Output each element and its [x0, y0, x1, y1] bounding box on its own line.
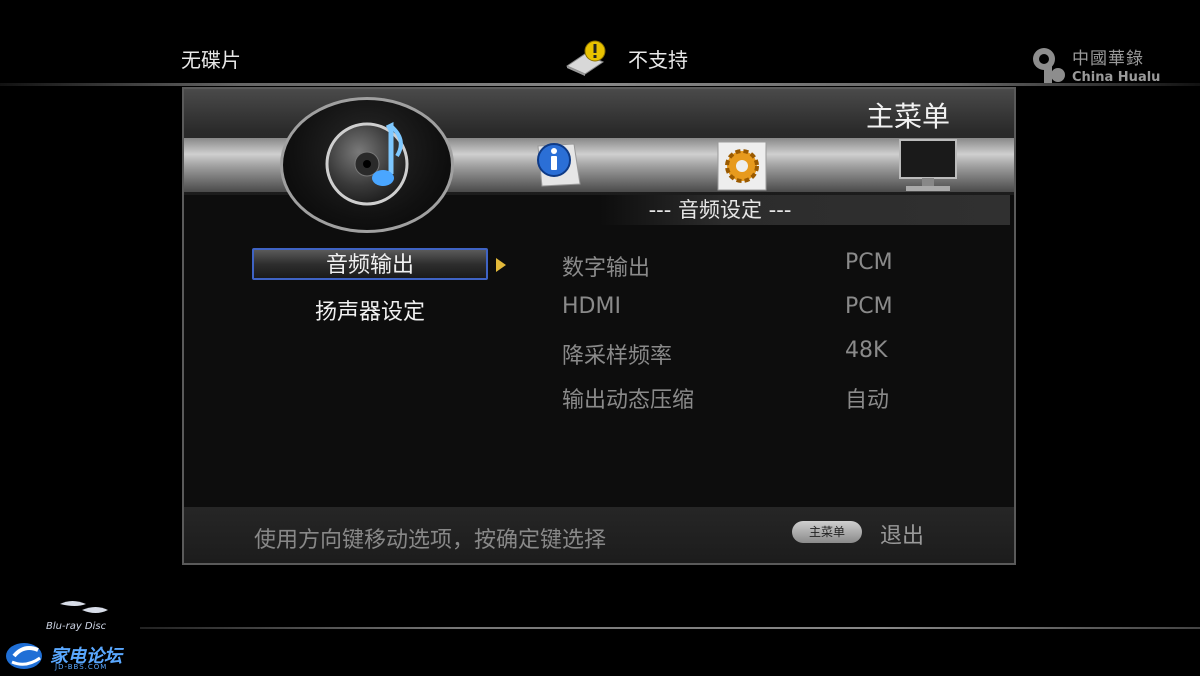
option-value-hdmi[interactable]: PCM — [845, 294, 893, 319]
option-value-digital-output[interactable]: PCM — [845, 250, 893, 275]
music-disc-icon[interactable] — [280, 97, 454, 233]
bluray-logo-text: Blu-ray Disc — [46, 621, 107, 632]
bluray-logo-icon — [56, 598, 112, 620]
option-label-hdmi[interactable]: HDMI — [562, 294, 621, 319]
brand-cn: 中國華錄 — [1072, 49, 1144, 69]
disc-status: 无碟片 — [181, 48, 241, 72]
submenu-arrow-icon — [496, 258, 506, 272]
option-value-drc[interactable]: 自动 — [845, 382, 889, 414]
menu-item-speaker-setup[interactable]: 扬声器设定 — [252, 294, 488, 326]
option-label-drc[interactable]: 输出动态压缩 — [562, 382, 694, 414]
option-value-downsampling[interactable]: 48K — [845, 338, 887, 363]
top-divider — [0, 83, 1200, 86]
navigation-hint: 使用方向键移动选项，按确定键选择 — [254, 528, 607, 553]
section-title: --- 音频设定 --- — [648, 198, 792, 222]
forum-logo-icon — [4, 640, 50, 672]
option-label-downsampling[interactable]: 降采样频率 — [562, 338, 672, 370]
warning-disc-icon — [563, 40, 607, 76]
menu-item-audio-output[interactable]: 音频输出 — [252, 248, 488, 280]
page-title: 主菜单 — [865, 100, 950, 133]
support-status: 不支持 — [628, 48, 688, 72]
forum-logo-url: JD-BBS.COM — [55, 663, 108, 671]
hualu-logo-icon — [1030, 45, 1070, 85]
info-icon[interactable] — [530, 140, 586, 190]
bottom-divider — [140, 627, 1200, 629]
settings-gear-icon[interactable] — [714, 140, 770, 192]
option-label-digital-output[interactable]: 数字输出 — [562, 250, 650, 282]
monitor-icon[interactable] — [896, 138, 960, 194]
main-menu-button[interactable]: 主菜单 — [792, 521, 862, 543]
exit-label[interactable]: 退出 — [880, 518, 924, 550]
